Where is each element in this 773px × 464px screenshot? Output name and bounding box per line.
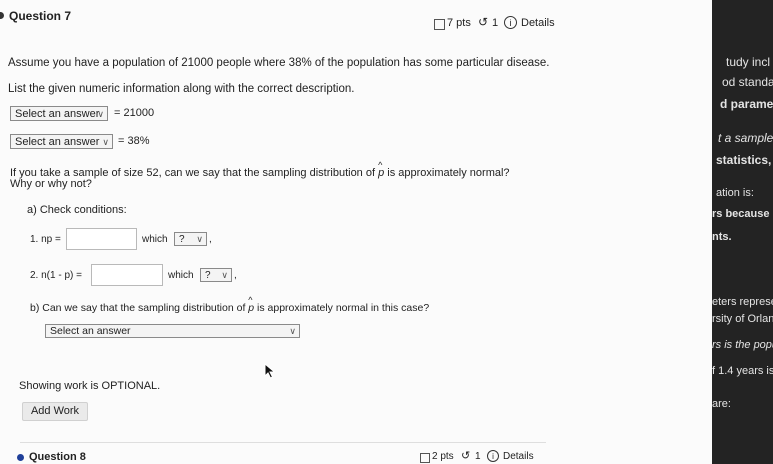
comma-1: , xyxy=(209,234,212,245)
which-label-2: which xyxy=(168,270,194,281)
side-text-line: rs is the popu xyxy=(712,339,773,351)
question-title: Question 7 xyxy=(9,9,72,23)
p-hat-symbol: p xyxy=(248,295,254,314)
condition-1-select[interactable]: ? ∨ xyxy=(174,232,207,246)
next-question-bullet xyxy=(17,454,24,461)
chevron-down-icon: ∨ xyxy=(102,137,109,147)
showing-work-text: Showing work is OPTIONAL. xyxy=(19,380,161,392)
description-select-2[interactable]: Select an answer ∨ xyxy=(10,134,113,149)
next-question-title[interactable]: Question 8 xyxy=(29,451,86,463)
next-retries-count: 1 xyxy=(475,451,481,462)
part-b-text: b) Can we say that the sampling distribu… xyxy=(30,302,249,314)
description-select-1[interactable]: Select an answer ∨ xyxy=(10,106,108,121)
condition-1-label: 1. np = xyxy=(30,234,61,245)
edit-icon xyxy=(434,19,445,30)
select-value: ? xyxy=(179,234,185,245)
side-text-line: t a sample xyxy=(718,131,773,145)
question-bullet xyxy=(0,12,4,19)
select-value: ? xyxy=(205,270,211,281)
side-text-line: tudy incl xyxy=(726,55,771,69)
n-one-minus-p-input[interactable] xyxy=(91,264,163,286)
chevron-down-icon: ∨ xyxy=(196,234,203,244)
retries-count: 1 xyxy=(492,17,499,29)
edit-icon xyxy=(420,453,430,463)
next-details-link[interactable]: Details xyxy=(503,451,534,462)
side-text-line: rsity of Orlan xyxy=(712,313,773,325)
info-icon[interactable]: i xyxy=(487,450,499,462)
next-points-label: 2 pts xyxy=(432,451,454,462)
retry-icon: ↺ xyxy=(478,15,489,29)
list-prompt: List the given numeric information along… xyxy=(8,83,355,95)
select-label: Select an answer xyxy=(15,108,100,120)
value-1: = 21000 xyxy=(114,107,155,119)
normal-answer-select[interactable]: Select an answer ∨ xyxy=(45,324,300,338)
select-label: Select an answer xyxy=(50,325,131,337)
side-text-line: rs because xyxy=(712,208,770,220)
add-work-button[interactable]: Add Work xyxy=(22,402,88,421)
side-text-line: statistics, xyxy=(716,153,772,167)
side-text-line: eters represe xyxy=(712,296,773,308)
condition-2-label: 2. n(1 - p) = xyxy=(30,270,82,281)
chevron-down-icon: ∨ xyxy=(97,109,104,119)
retry-icon: ↺ xyxy=(461,450,471,462)
chevron-down-icon: ∨ xyxy=(221,270,228,280)
comma-2: , xyxy=(234,270,237,281)
side-text-line: nts. xyxy=(712,231,732,243)
background-window: tudy incl od standa d parame t a sample … xyxy=(712,0,773,464)
side-text-line: f 1.4 years is th xyxy=(712,365,773,377)
details-link[interactable]: Details xyxy=(521,17,555,29)
points-label: 7 pts xyxy=(447,17,471,29)
np-input[interactable] xyxy=(66,228,137,250)
chevron-down-icon: ∨ xyxy=(289,326,296,336)
side-text-line: d parame xyxy=(720,97,773,111)
part-a-heading: a) Check conditions: xyxy=(27,204,127,216)
side-text-line: are: xyxy=(712,398,731,410)
p-hat-symbol: p xyxy=(378,160,384,179)
part-b-question: b) Can we say that the sampling distribu… xyxy=(30,295,430,314)
info-icon[interactable]: i xyxy=(504,16,517,29)
divider xyxy=(20,442,546,443)
part-b-text-end: is approximately normal in this case? xyxy=(254,302,430,314)
side-text-line: ation is: xyxy=(716,187,754,199)
side-text-line: od standa xyxy=(722,75,773,89)
which-label-1: which xyxy=(142,234,168,245)
mouse-cursor-icon xyxy=(264,362,276,384)
sample-question-text-end: is approximately normal? xyxy=(384,167,510,179)
why-text: Why or why not? xyxy=(10,178,92,190)
question-panel: Question 7 7 pts ↺ 1 i Details Assume yo… xyxy=(0,0,712,464)
select-label: Select an answer xyxy=(15,136,100,148)
condition-2-select[interactable]: ? ∨ xyxy=(200,268,232,282)
value-2: = 38% xyxy=(118,135,150,147)
problem-intro: Assume you have a population of 21000 pe… xyxy=(8,57,550,69)
